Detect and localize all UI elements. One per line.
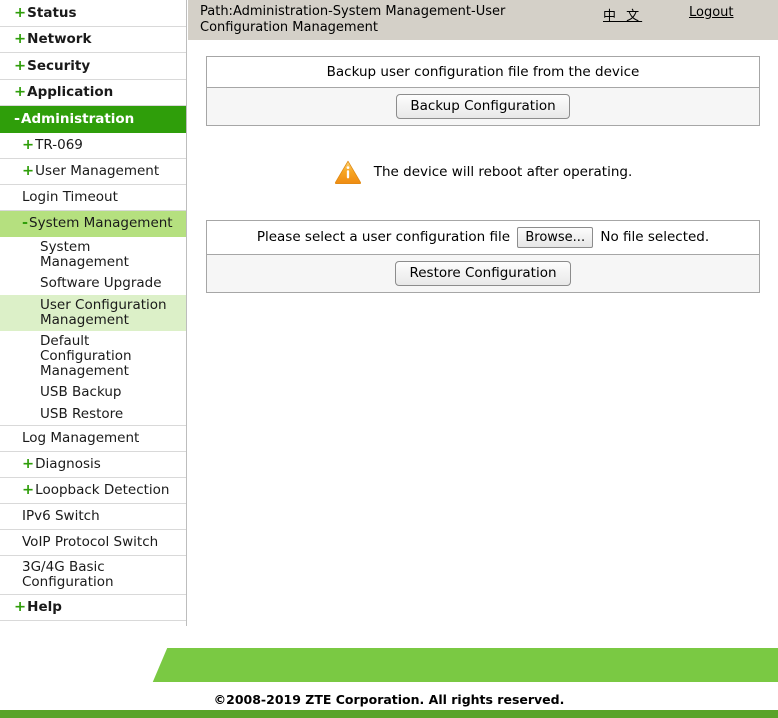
sidebar-item-label: System Management (40, 238, 129, 270)
restore-panel: Please select a user configuration file … (206, 220, 760, 293)
header-bar: Path:Administration-System Management-Us… (188, 0, 778, 40)
sidebar-item-administration[interactable]: - Administration (0, 106, 186, 133)
sidebar-item-label: Diagnosis (35, 456, 101, 472)
footer: ©2008-2019 ZTE Corporation. All rights r… (0, 626, 778, 718)
sidebar-item-label: 3G/4G Basic Configuration (22, 558, 114, 590)
footer-bottom-bar (0, 710, 778, 718)
sidebar-item-usb-backup[interactable]: USB Backup (0, 381, 186, 404)
plus-icon: + (22, 481, 35, 498)
sidebar-item-label: Help (27, 599, 62, 616)
sidebar-item-log-management[interactable]: Log Management (0, 425, 186, 452)
sidebar-item-label: User Management (35, 163, 160, 179)
plus-icon: + (22, 136, 35, 153)
sidebar-item-label: Login Timeout (22, 189, 118, 205)
plus-icon: + (14, 4, 27, 21)
sidebar-item-label: Loopback Detection (35, 482, 170, 498)
plus-icon: + (22, 162, 35, 179)
minus-icon: - (14, 110, 21, 127)
sidebar-item-label: Application (27, 84, 114, 101)
file-select-label: Please select a user configuration file (256, 229, 511, 245)
sidebar-item-help[interactable]: + Help (0, 594, 186, 621)
sidebar-item-system-management-page[interactable]: System Management (0, 236, 186, 273)
sidebar-item-label: Status (27, 4, 77, 21)
reboot-notice: The device will reboot after operating. (188, 159, 778, 185)
sidebar-item-label: VoIP Protocol Switch (22, 534, 159, 550)
reboot-notice-text: The device will reboot after operating. (373, 164, 633, 180)
sidebar-item-voip-protocol-switch[interactable]: VoIP Protocol Switch (0, 529, 186, 556)
sidebar-item-label: USB Restore (40, 405, 124, 422)
sidebar-item-default-configuration-management[interactable]: Default Configuration Management (0, 330, 186, 382)
sidebar-item-application[interactable]: + Application (0, 79, 186, 106)
sidebar-item-label: Network (27, 31, 92, 48)
sidebar-item-usb-restore[interactable]: USB Restore (0, 403, 186, 426)
language-switch-link[interactable]: 中 文 (603, 5, 642, 24)
restore-panel-actions: Restore Configuration (207, 255, 759, 292)
backup-panel-title: Backup user configuration file from the … (207, 57, 759, 88)
footer-banner (0, 648, 778, 682)
logout-link[interactable]: Logout (689, 5, 734, 20)
sidebar-item-label: TR-069 (35, 137, 83, 153)
sidebar-item-network[interactable]: + Network (0, 26, 186, 53)
sidebar-item-label: User Configuration Management (40, 296, 167, 328)
sidebar-item-software-upgrade[interactable]: Software Upgrade (0, 272, 186, 295)
restore-configuration-button[interactable]: Restore Configuration (395, 261, 571, 286)
file-status-text: No file selected. (600, 229, 710, 245)
sidebar-item-security[interactable]: + Security (0, 53, 186, 80)
sidebar-item-label: Security (27, 57, 91, 74)
file-select-row: Please select a user configuration file … (207, 221, 759, 255)
sidebar-item-status[interactable]: + Status (0, 0, 186, 27)
sidebar-item-diagnosis[interactable]: + Diagnosis (0, 451, 186, 478)
sidebar-item-tr-069[interactable]: + TR-069 (0, 132, 186, 159)
sidebar-item-loopback-detection[interactable]: + Loopback Detection (0, 477, 186, 504)
copyright-text: ©2008-2019 ZTE Corporation. All rights r… (213, 692, 565, 707)
sidebar-item-label: Software Upgrade (40, 274, 162, 291)
banner-band (196, 648, 778, 682)
sidebar-item-user-management[interactable]: + User Management (0, 158, 186, 185)
backup-configuration-button[interactable]: Backup Configuration (396, 94, 570, 119)
plus-icon: + (14, 599, 27, 615)
plus-icon: + (22, 455, 35, 472)
backup-panel: Backup user configuration file from the … (206, 56, 760, 126)
sidebar-item-label: Administration (21, 110, 135, 127)
sidebar-item-ipv6-switch[interactable]: IPv6 Switch (0, 503, 186, 530)
sidebar-item-label: IPv6 Switch (22, 508, 100, 524)
plus-icon: + (14, 31, 27, 47)
plus-icon: + (14, 84, 27, 100)
backup-panel-actions: Backup Configuration (207, 88, 759, 125)
page-root: + Status + Network + Security + Applicat… (0, 0, 778, 718)
sidebar-item-label: System Management (29, 215, 173, 231)
breadcrumb: Path:Administration-System Management-Us… (200, 4, 506, 35)
sidebar-item-label: Default Configuration Management (40, 332, 132, 379)
warning-triangle-icon (334, 160, 361, 184)
main-content: Backup user configuration file from the … (188, 40, 778, 293)
sidebar-item-system-management[interactable]: - System Management (0, 210, 186, 237)
sidebar-item-3g-4g-basic-configuration[interactable]: 3G/4G Basic Configuration (0, 555, 186, 595)
sidebar-item-label: Log Management (22, 430, 140, 446)
sidebar-item-login-timeout[interactable]: Login Timeout (0, 184, 186, 211)
sidebar-item-user-configuration-management[interactable]: User Configuration Management (0, 294, 186, 331)
sidebar-item-label: USB Backup (40, 383, 122, 400)
browse-button[interactable]: Browse... (517, 227, 594, 248)
sidebar: + Status + Network + Security + Applicat… (0, 0, 187, 683)
plus-icon: + (14, 57, 27, 74)
minus-icon: - (22, 214, 29, 231)
